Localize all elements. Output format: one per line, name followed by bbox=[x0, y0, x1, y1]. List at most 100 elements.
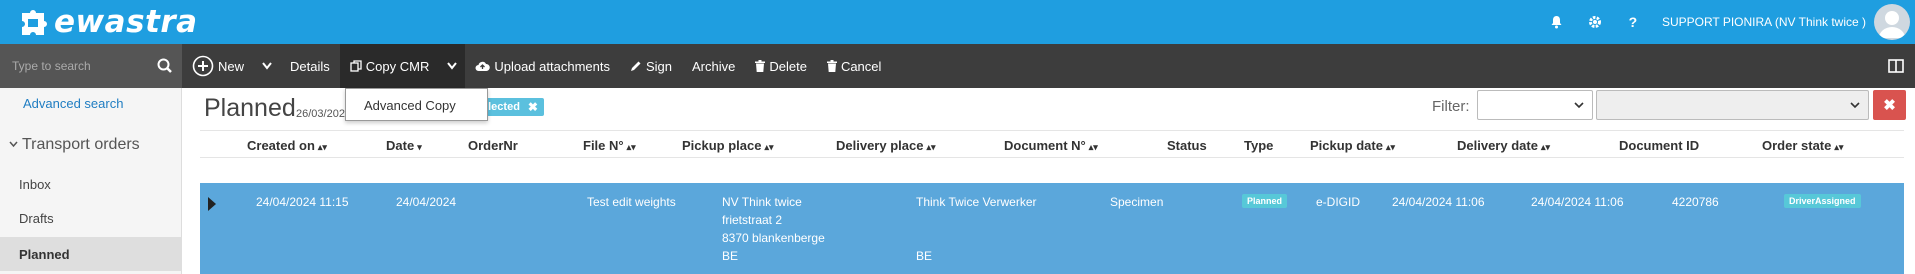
upload-attachments-label: Upload attachments bbox=[494, 58, 610, 74]
archive-button[interactable]: Archive bbox=[682, 44, 745, 88]
cell-document-id: 4220786 bbox=[1672, 195, 1719, 209]
chevron-down-icon bbox=[447, 62, 458, 70]
sort-icon: ▴▾ bbox=[1540, 142, 1550, 152]
clear-filter-button[interactable]: ✖ bbox=[1873, 90, 1906, 120]
chevron-down-icon bbox=[1574, 102, 1584, 109]
cell-file-no: Test edit weights bbox=[587, 195, 676, 209]
sort-icon: ▴▾ bbox=[317, 142, 327, 152]
delete-button[interactable]: Delete bbox=[745, 44, 817, 88]
sidebar-group-label: Transport orders bbox=[22, 136, 140, 153]
column-header-pickup-date[interactable]: Pickup date ▴▾ bbox=[1310, 138, 1395, 153]
trash-icon bbox=[826, 60, 837, 72]
sort-icon: ▴▾ bbox=[626, 142, 636, 152]
column-header-delivery-place[interactable]: Delivery place ▴▾ bbox=[836, 138, 936, 153]
upload-attachments-button[interactable]: Upload attachments bbox=[465, 44, 620, 88]
trash-icon bbox=[755, 60, 766, 72]
sidebar-item-label: Inbox bbox=[19, 176, 51, 192]
column-header-document-id[interactable]: Document ID bbox=[1619, 138, 1699, 153]
cell-pickup-place: NV Think twice frietstraat 2 8370 blanke… bbox=[722, 195, 825, 263]
column-header-type[interactable]: Type bbox=[1244, 138, 1273, 153]
gear-icon[interactable] bbox=[1576, 0, 1614, 44]
page-title: Planned bbox=[204, 94, 296, 122]
sort-icon: ▴▾ bbox=[764, 142, 774, 152]
column-header-order-state[interactable]: Order state ▴▾ bbox=[1762, 138, 1843, 153]
sort-icon: ▴▾ bbox=[926, 142, 936, 152]
pencil-icon bbox=[630, 60, 642, 72]
delete-label: Delete bbox=[769, 58, 807, 74]
order-state-badge: DriverAssigned bbox=[1784, 194, 1861, 208]
new-dropdown-toggle[interactable] bbox=[254, 44, 280, 88]
help-icon[interactable]: ? bbox=[1614, 0, 1652, 44]
sidebar-group-transport-orders[interactable]: Transport orders bbox=[9, 136, 140, 154]
column-header-order-nr[interactable]: OrderNr bbox=[468, 138, 518, 153]
status-badge: Planned bbox=[1242, 194, 1288, 208]
sidebar: Advanced search Transport orders Inbox D… bbox=[0, 88, 182, 274]
filter-field-select[interactable] bbox=[1477, 90, 1593, 120]
clear-selection-icon[interactable]: ✖ bbox=[528, 100, 538, 114]
panel-toggle-icon[interactable] bbox=[1887, 57, 1905, 75]
column-header-file-no[interactable]: File N° ▴▾ bbox=[583, 138, 636, 153]
sidebar-item-label: Planned bbox=[19, 246, 70, 262]
table-row[interactable]: 24/04/2024 11:15 24/04/2024 Test edit we… bbox=[200, 183, 1904, 274]
sidebar-item-planned[interactable]: Planned bbox=[0, 237, 182, 271]
copy-cmr-dropdown-toggle[interactable] bbox=[439, 44, 466, 88]
new-button[interactable]: New bbox=[182, 44, 254, 88]
column-header-created-on[interactable]: Created on ▴▾ bbox=[247, 138, 327, 153]
user-name[interactable]: SUPPORT PIONIRA (NV Think twice ) bbox=[1662, 15, 1866, 29]
search-box bbox=[0, 44, 182, 88]
search-icon[interactable] bbox=[156, 57, 174, 75]
close-icon: ✖ bbox=[1883, 97, 1896, 114]
cell-delivery-date: 24/04/2024 11:06 bbox=[1531, 195, 1624, 209]
sidebar-item-label: Drafts bbox=[19, 210, 54, 226]
chevron-down-icon bbox=[9, 139, 18, 151]
details-button[interactable]: Details bbox=[280, 44, 340, 88]
details-label: Details bbox=[290, 58, 330, 74]
sidebar-item-inbox[interactable]: Inbox bbox=[0, 167, 182, 201]
archive-label: Archive bbox=[692, 58, 736, 74]
sort-icon: ▴▾ bbox=[1834, 142, 1844, 152]
cell-document-no: Specimen bbox=[1110, 195, 1164, 209]
sort-desc-icon: ▾ bbox=[417, 142, 422, 152]
app-name: ewastra bbox=[54, 4, 198, 40]
cloud-upload-icon bbox=[475, 60, 491, 72]
copy-cmr-menu: Advanced Copy bbox=[345, 88, 488, 121]
page-date: 26/03/2024 bbox=[296, 108, 352, 120]
chevron-down-icon bbox=[1850, 102, 1860, 109]
cell-type: e-DIGID bbox=[1316, 195, 1361, 209]
cancel-label: Cancel bbox=[840, 58, 882, 74]
column-header-delivery-date[interactable]: Delivery date ▴▾ bbox=[1457, 138, 1550, 153]
filter-value-select[interactable] bbox=[1596, 90, 1869, 120]
cancel-button[interactable]: Cancel bbox=[817, 44, 891, 88]
action-toolbar: New Details Copy CMR Upload attachments … bbox=[0, 44, 1915, 88]
cell-date: 24/04/2024 bbox=[396, 195, 457, 209]
app-logo[interactable]: ewastra bbox=[18, 0, 198, 44]
column-header-status[interactable]: Status bbox=[1167, 138, 1207, 153]
sort-icon: ▴▾ bbox=[1385, 142, 1396, 152]
advanced-search-link[interactable]: Advanced search bbox=[23, 96, 123, 111]
copy-cmr-label: Copy CMR bbox=[365, 58, 430, 74]
advanced-copy-menu-item[interactable]: Advanced Copy bbox=[346, 89, 487, 122]
new-label: New bbox=[218, 58, 245, 74]
search-input[interactable] bbox=[0, 59, 150, 73]
cell-delivery-place: Think Twice Verwerker BE bbox=[916, 195, 1037, 263]
app-header: ewastra ? SUPPORT PIONIRA (NV Think twic… bbox=[0, 0, 1915, 44]
puzzle-logo-icon bbox=[18, 7, 48, 37]
column-header-pickup-place[interactable]: Pickup place ▴▾ bbox=[682, 138, 774, 153]
plus-circle-icon bbox=[192, 55, 214, 77]
bell-icon[interactable] bbox=[1538, 0, 1576, 44]
table-header: Created on ▴▾ Date ▾ OrderNr File N° ▴▾ Pic… bbox=[200, 130, 1904, 158]
sign-button[interactable]: Sign bbox=[620, 44, 682, 88]
column-header-document-no[interactable]: Document N° ▴▾ bbox=[1004, 138, 1098, 153]
avatar[interactable] bbox=[1874, 4, 1910, 40]
cell-created-on: 24/04/2024 11:15 bbox=[256, 195, 349, 209]
copy-cmr-button[interactable]: Copy CMR bbox=[339, 44, 440, 88]
sign-label: Sign bbox=[645, 58, 672, 74]
sort-icon: ▴▾ bbox=[1088, 142, 1098, 152]
chevron-down-icon bbox=[262, 62, 272, 70]
expand-row-icon[interactable] bbox=[208, 197, 216, 211]
column-header-date[interactable]: Date ▾ bbox=[386, 138, 422, 153]
filter-label: Filter: bbox=[1432, 98, 1470, 115]
cell-pickup-date: 24/04/2024 11:06 bbox=[1392, 195, 1485, 209]
copy-icon bbox=[350, 60, 362, 72]
sidebar-item-drafts[interactable]: Drafts bbox=[0, 201, 182, 235]
